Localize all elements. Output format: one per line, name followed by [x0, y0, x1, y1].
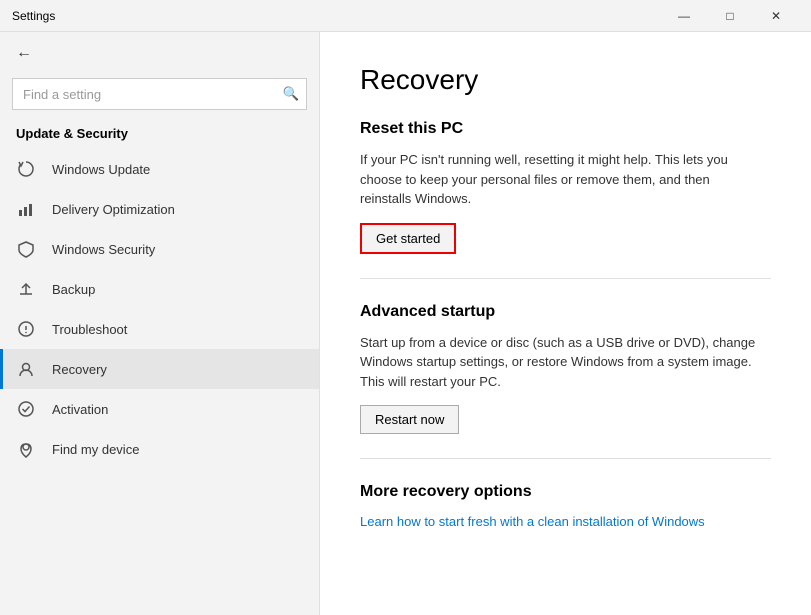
activation-label: Activation: [52, 402, 108, 417]
recovery-label: Recovery: [52, 362, 107, 377]
main-window: ← 🔍 Update & Security Windows Update: [0, 32, 811, 615]
get-started-button[interactable]: Get started: [360, 223, 456, 254]
sidebar-item-windows-security[interactable]: Windows Security: [0, 229, 319, 269]
backup-icon: [16, 279, 36, 299]
sidebar-item-delivery-optimization[interactable]: Delivery Optimization: [0, 189, 319, 229]
delivery-optimization-label: Delivery Optimization: [52, 202, 175, 217]
sidebar-item-troubleshoot[interactable]: Troubleshoot: [0, 309, 319, 349]
windows-update-label: Windows Update: [52, 162, 150, 177]
windows-security-label: Windows Security: [52, 242, 155, 257]
divider-1: [360, 278, 771, 279]
sidebar-item-find-my-device[interactable]: Find my device: [0, 429, 319, 469]
reset-pc-description: If your PC isn't running well, resetting…: [360, 150, 760, 209]
advanced-startup-title: Advanced startup: [360, 303, 771, 321]
search-input[interactable]: [12, 78, 307, 110]
more-options-title: More recovery options: [360, 483, 771, 501]
sidebar-item-activation[interactable]: Activation: [0, 389, 319, 429]
clean-install-link[interactable]: Learn how to start fresh with a clean in…: [360, 514, 705, 529]
window-controls: — □ ✕: [661, 0, 799, 32]
advanced-startup-description: Start up from a device or disc (such as …: [360, 333, 760, 392]
search-button[interactable]: 🔍: [275, 78, 307, 110]
windows-update-icon: [16, 159, 36, 179]
find-my-device-icon: [16, 439, 36, 459]
titlebar: Settings — □ ✕: [0, 0, 811, 32]
sidebar-item-windows-update[interactable]: Windows Update: [0, 149, 319, 189]
section-label: Update & Security: [0, 122, 319, 149]
troubleshoot-label: Troubleshoot: [52, 322, 127, 337]
divider-2: [360, 458, 771, 459]
sidebar-item-recovery[interactable]: Recovery: [0, 349, 319, 389]
close-button[interactable]: ✕: [753, 0, 799, 32]
backup-label: Backup: [52, 282, 95, 297]
windows-security-icon: [16, 239, 36, 259]
recovery-icon: [16, 359, 36, 379]
back-icon: ←: [16, 44, 32, 62]
reset-pc-section: Reset this PC If your PC isn't running w…: [360, 120, 771, 254]
troubleshoot-icon: [16, 319, 36, 339]
sidebar: ← 🔍 Update & Security Windows Update: [0, 32, 320, 615]
page-title: Recovery: [360, 64, 771, 96]
maximize-button[interactable]: □: [707, 0, 753, 32]
search-box: 🔍: [12, 78, 307, 110]
delivery-optimization-icon: [16, 199, 36, 219]
restart-now-button[interactable]: Restart now: [360, 405, 459, 434]
advanced-startup-section: Advanced startup Start up from a device …: [360, 303, 771, 435]
minimize-button[interactable]: —: [661, 0, 707, 32]
app-title: Settings: [12, 9, 661, 23]
main-content: Recovery Reset this PC If your PC isn't …: [320, 32, 811, 615]
search-icon: 🔍: [283, 86, 300, 102]
sidebar-item-backup[interactable]: Backup: [0, 269, 319, 309]
activation-icon: [16, 399, 36, 419]
back-button[interactable]: ←: [0, 32, 319, 74]
find-my-device-label: Find my device: [52, 442, 139, 457]
reset-pc-title: Reset this PC: [360, 120, 771, 138]
more-recovery-options-section: More recovery options Learn how to start…: [360, 483, 771, 531]
